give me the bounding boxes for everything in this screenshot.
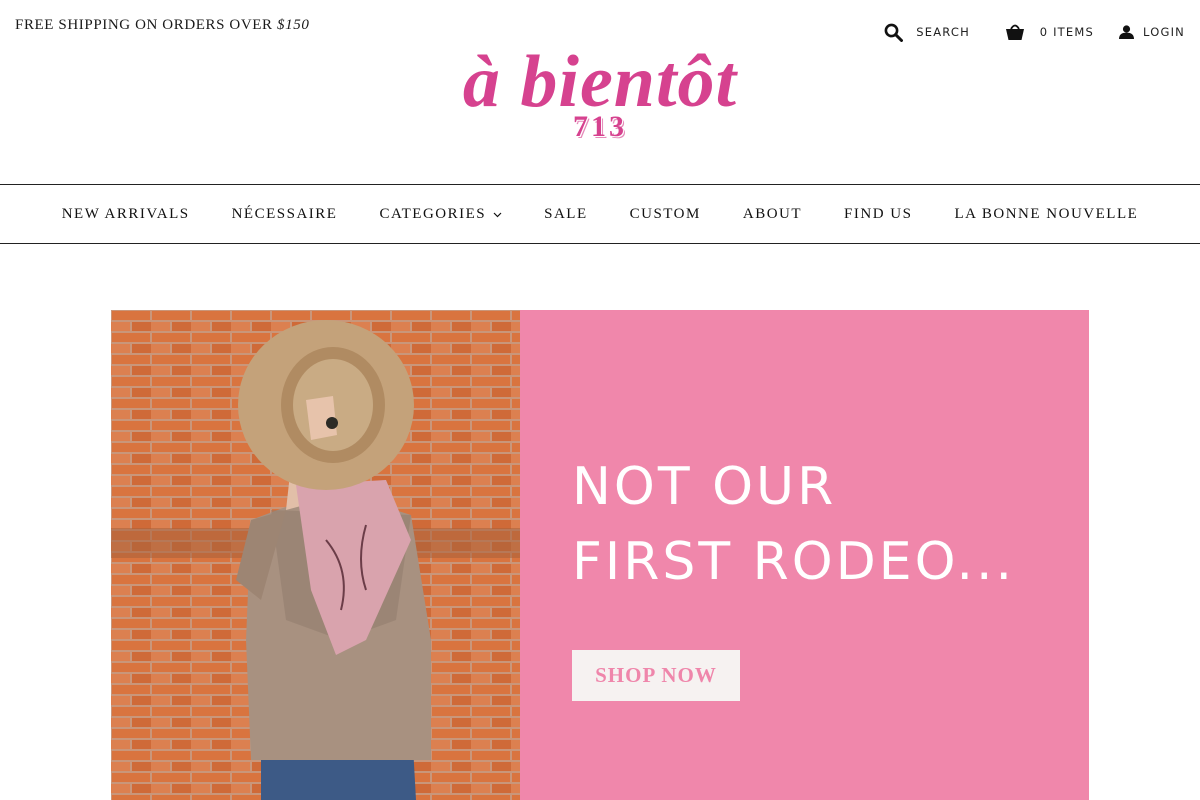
free-shipping-banner: FREE SHIPPING ON ORDERS OVER $150 bbox=[15, 17, 309, 34]
nav-item-sale[interactable]: SALE bbox=[544, 206, 588, 223]
nav-item-categories[interactable]: CATEGORIES bbox=[379, 206, 502, 223]
nav-item-necessaire[interactable]: NÉCESSAIRE bbox=[232, 206, 338, 223]
nav-label: NÉCESSAIRE bbox=[231, 205, 338, 222]
promo-text: FREE SHIPPING ON ORDERS OVER bbox=[15, 17, 278, 33]
nav-item-about[interactable]: ABOUT bbox=[743, 206, 802, 223]
nav-item-find-us[interactable]: FIND US bbox=[844, 206, 912, 223]
nav-item-new-arrivals[interactable]: NEW ARRIVALS bbox=[62, 206, 190, 223]
chevron-down-icon bbox=[493, 206, 502, 223]
nav-label: SALE bbox=[544, 205, 588, 222]
hero-headline: NOT OUR FIRST RODEO... bbox=[572, 450, 1015, 600]
shopping-basket-icon bbox=[1005, 23, 1025, 41]
promo-amount: $150 bbox=[277, 17, 310, 33]
nav-label: CUSTOM bbox=[629, 205, 701, 222]
nav-item-la-bonne-nouvelle[interactable]: LA BONNE NOUVELLE bbox=[954, 206, 1138, 223]
cart-count: 0 ITEMS bbox=[1039, 25, 1094, 39]
hero-banner[interactable]: NOT OUR FIRST RODEO... SHOP NOW bbox=[111, 310, 1089, 800]
nav-label: NEW ARRIVALS bbox=[61, 205, 190, 222]
logo-number: 713 bbox=[573, 110, 627, 143]
store-logo[interactable]: à bientôt 713 bbox=[0, 42, 1200, 142]
main-navigation: NEW ARRIVALS NÉCESSAIRE CATEGORIES SALE … bbox=[0, 184, 1200, 244]
nav-item-custom[interactable]: CUSTOM bbox=[630, 206, 701, 223]
nav-label: LA BONNE NOUVELLE bbox=[954, 205, 1139, 222]
headline-line-1: NOT OUR bbox=[572, 457, 837, 517]
search-label: SEARCH bbox=[916, 25, 970, 39]
promo-panel: NOT OUR FIRST RODEO... SHOP NOW bbox=[520, 310, 1089, 800]
headline-line-2: FIRST RODEO... bbox=[572, 532, 1016, 592]
shop-now-button[interactable]: SHOP NOW bbox=[572, 650, 740, 701]
user-icon bbox=[1118, 25, 1135, 39]
nav-label: CATEGORIES bbox=[379, 205, 487, 222]
nav-label: ABOUT bbox=[742, 205, 803, 222]
login-label: LOGIN bbox=[1143, 25, 1185, 39]
search-icon bbox=[884, 23, 904, 42]
nav-label: FIND US bbox=[844, 205, 913, 222]
hero-photo bbox=[111, 310, 520, 800]
